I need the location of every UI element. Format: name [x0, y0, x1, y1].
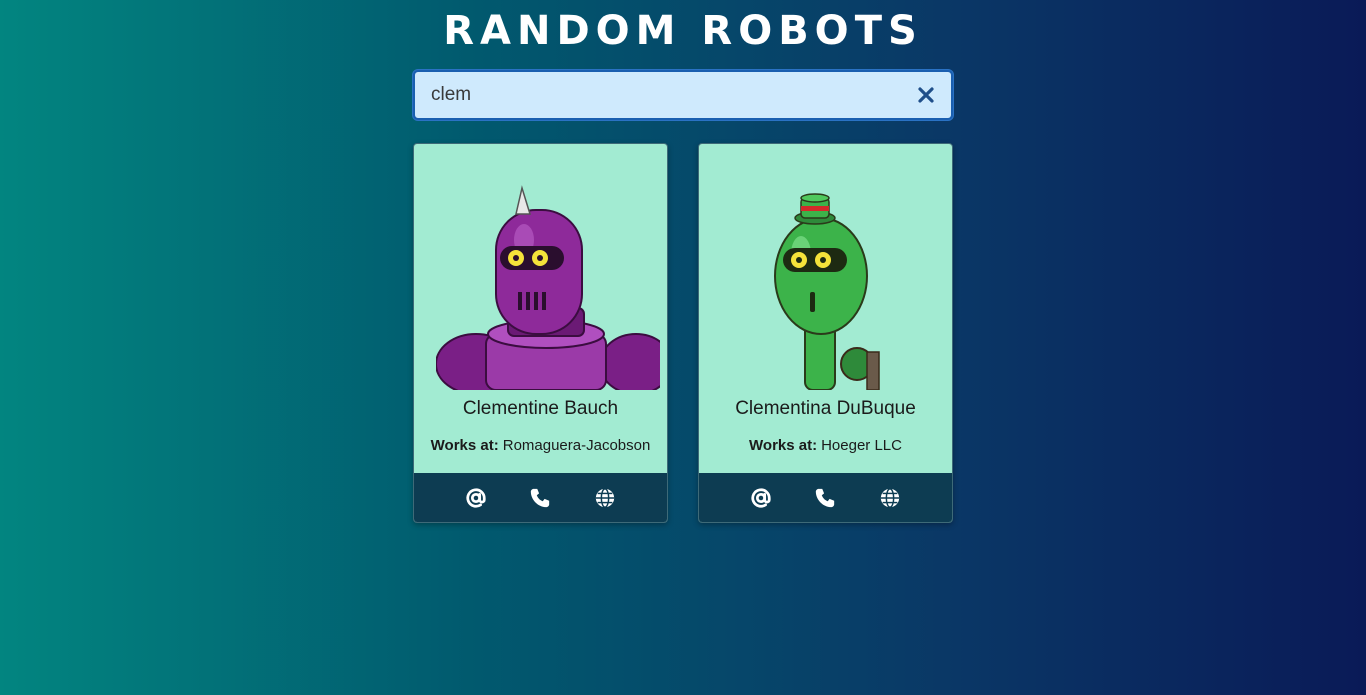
robot-card: Clementina DuBuque Works at: Hoeger LLC	[698, 143, 953, 523]
search-input[interactable]	[415, 72, 905, 118]
robot-avatar	[436, 185, 660, 390]
company-name: Hoeger LLC	[821, 437, 902, 454]
globe-icon[interactable]	[592, 485, 618, 511]
robot-company: Works at: Romaguera-Jacobson	[414, 437, 667, 454]
robot-card: Clementine Bauch Works at: Romaguera-Jaco…	[413, 143, 668, 523]
phone-icon[interactable]	[527, 485, 553, 511]
phone-icon[interactable]	[812, 485, 838, 511]
robot-name: Clementine Bauch	[462, 398, 619, 419]
robot-avatar	[774, 193, 880, 390]
globe-icon[interactable]	[877, 485, 903, 511]
company-name: Romaguera-Jacobson	[502, 437, 651, 454]
card-actions	[699, 473, 952, 522]
at-sign-icon[interactable]	[463, 485, 489, 511]
robot-company: Works at: Hoeger LLC	[699, 437, 952, 454]
card-actions	[414, 473, 667, 522]
page-title: RANDOM ROBOTS	[443, 8, 923, 54]
at-sign-icon[interactable]	[748, 485, 774, 511]
robot-name: Clementina DuBuque	[735, 398, 916, 419]
works-at-label: Works at:	[430, 437, 499, 454]
works-at-label: Works at:	[749, 437, 818, 454]
search-box[interactable]	[413, 70, 953, 120]
close-icon[interactable]	[915, 83, 937, 107]
